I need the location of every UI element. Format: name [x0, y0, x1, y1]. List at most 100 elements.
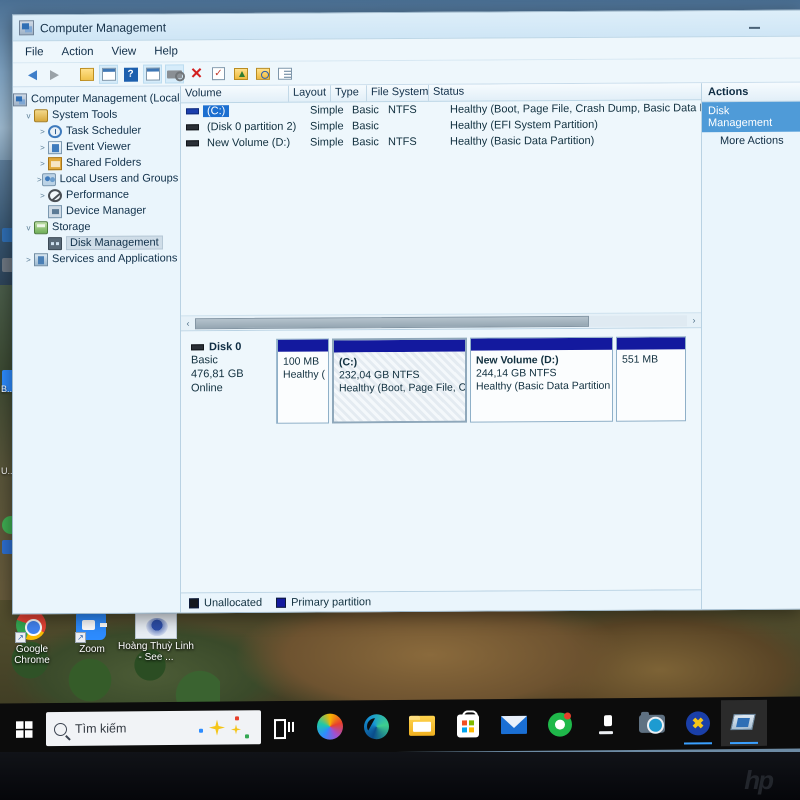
- sidebar-item-system-tools[interactable]: v System Tools: [13, 106, 180, 123]
- partition-color-bar: [334, 339, 465, 353]
- legend-item-unallocated: Unallocated: [189, 596, 263, 609]
- actions-pane[interactable]: Actions Disk Management More Actions: [701, 82, 800, 610]
- delete-icon[interactable]: ✕: [187, 64, 206, 83]
- copilot-icon[interactable]: [307, 703, 353, 749]
- show-hide-tree-icon[interactable]: [99, 64, 118, 84]
- cell-layout: Simple: [310, 136, 344, 149]
- tree-expander[interactable]: >: [37, 127, 48, 136]
- sidebar-item-event-viewer[interactable]: > Event Viewer: [13, 138, 180, 155]
- graphical-disk-view[interactable]: Disk 0 Basic 476,81 GB Online 100 MB Hea…: [181, 328, 701, 593]
- microphone-icon[interactable]: [583, 701, 629, 747]
- action-disk-management[interactable]: Disk Management: [702, 101, 800, 133]
- tree-expander[interactable]: v: [23, 111, 34, 120]
- table-row[interactable]: New Volume (D:) Simple Basic NTFS Health…: [181, 132, 701, 151]
- column-header-file-system[interactable]: File System: [367, 84, 429, 102]
- detail-view-icon[interactable]: [275, 64, 294, 83]
- tree-expander[interactable]: >: [37, 159, 48, 168]
- cell-type: Basic: [352, 120, 379, 133]
- sidebar-item-storage[interactable]: v Storage: [13, 218, 180, 235]
- scroll-right-arrow-icon[interactable]: ›: [687, 315, 701, 325]
- sidebar-item-device-manager[interactable]: Device Manager: [13, 202, 180, 219]
- column-header-layout[interactable]: Layout: [289, 85, 331, 102]
- tree-root-computer-management[interactable]: Computer Management (Local): [13, 90, 181, 107]
- column-header-type[interactable]: Type: [331, 85, 367, 102]
- tree-expander[interactable]: >: [37, 143, 48, 152]
- x-app-icon[interactable]: ✖: [675, 700, 721, 746]
- file-explorer-icon[interactable]: [399, 703, 445, 749]
- tree-expander[interactable]: >: [23, 255, 34, 264]
- window-titlebar[interactable]: Computer Management: [13, 10, 800, 42]
- partition-color-bar: [471, 337, 612, 351]
- edge-icon[interactable]: [353, 703, 399, 749]
- console-tree[interactable]: Computer Management (Local) v System Too…: [13, 86, 181, 614]
- desktop-icon-zoom[interactable]: ↗ Zoom: [60, 610, 124, 655]
- check-task-icon[interactable]: ✓: [209, 64, 228, 83]
- tree-expander[interactable]: >: [37, 191, 48, 200]
- disk-info-panel[interactable]: Disk 0 Basic 476,81 GB Online: [187, 338, 277, 425]
- disk-type: Basic: [191, 354, 218, 367]
- desktop-icon-label: Zoom: [79, 644, 105, 655]
- up-folder-icon[interactable]: [77, 65, 96, 84]
- column-header-status[interactable]: Status: [429, 83, 701, 101]
- tree-item-label: Event Viewer: [66, 140, 131, 154]
- sidebar-item-services-and-applications[interactable]: > Services and Applications: [13, 250, 180, 267]
- volume-list[interactable]: Volume Layout Type File System Status (C…: [181, 83, 701, 332]
- tree-expander[interactable]: >: [37, 175, 42, 184]
- computer-management-window[interactable]: Computer Management File Action View Hel…: [12, 9, 800, 615]
- scrollbar-thumb[interactable]: [195, 315, 589, 329]
- forward-arrow-icon[interactable]: [45, 65, 64, 84]
- cell-volume: (Disk 0 partition 2): [207, 120, 297, 134]
- event-viewer-icon: [48, 140, 62, 154]
- zoom-icon: ↗: [75, 610, 108, 643]
- tree-item-label: Services and Applications: [52, 252, 178, 266]
- menu-item-file[interactable]: File: [25, 46, 44, 58]
- back-arrow-icon[interactable]: [23, 65, 42, 84]
- menu-item-view[interactable]: View: [112, 45, 137, 57]
- partition-c[interactable]: (C:) 232,04 GB NTFS Healthy (Boot, Page …: [332, 337, 467, 424]
- properties-window-icon[interactable]: [143, 64, 162, 84]
- desktop-icon-hoang-thuy-linh[interactable]: Hoàng Thuỳ Linh - See ...: [118, 610, 194, 663]
- sidebar-item-shared-folders[interactable]: > Shared Folders: [13, 154, 180, 171]
- monitor-bezel: hp: [0, 752, 800, 800]
- wrench-icon[interactable]: [165, 64, 184, 84]
- disc-burner-icon[interactable]: [537, 701, 583, 747]
- computer-management-icon: [13, 92, 27, 106]
- computer-management-taskbar-icon[interactable]: [721, 699, 767, 747]
- legend-label: Unallocated: [204, 596, 263, 609]
- taskbar[interactable]: Tìm kiếm ✖: [0, 696, 800, 756]
- shortcut-arrow-icon: ↗: [15, 632, 26, 643]
- search-folder-icon[interactable]: [253, 64, 272, 83]
- menu-item-action[interactable]: Action: [62, 45, 94, 57]
- partition-efi[interactable]: 100 MB Healthy (: [277, 338, 329, 424]
- camera-icon[interactable]: [629, 701, 675, 747]
- action-more-actions[interactable]: More Actions: [702, 132, 800, 151]
- column-header-volume[interactable]: Volume: [181, 85, 289, 103]
- export-list-icon[interactable]: [231, 64, 250, 83]
- partition-d[interactable]: New Volume (D:) 244,14 GB NTFS Healthy (…: [470, 336, 613, 423]
- scroll-left-arrow-icon[interactable]: ‹: [181, 318, 195, 328]
- legend-item-primary-partition: Primary partition: [276, 596, 371, 609]
- desktop-icon-google-chrome[interactable]: ↗ Google Chrome: [0, 610, 64, 666]
- search-input[interactable]: Tìm kiếm: [46, 710, 261, 747]
- sidebar-item-local-users-and-groups[interactable]: > Local Users and Groups: [13, 170, 180, 187]
- partition-body: New Volume (D:) 244,14 GB NTFS Healthy (…: [471, 350, 612, 422]
- sidebar-item-performance[interactable]: > Performance: [13, 186, 180, 203]
- horizontal-scrollbar[interactable]: ‹ ›: [181, 312, 701, 331]
- scrollbar-track[interactable]: [195, 314, 687, 329]
- disk-name: Disk 0: [209, 341, 242, 354]
- services-icon: [34, 252, 48, 266]
- mail-icon[interactable]: [491, 702, 537, 748]
- help-icon[interactable]: ?: [121, 65, 140, 84]
- partition-recovery[interactable]: 551 MB: [616, 336, 686, 422]
- tree-expander[interactable]: v: [23, 223, 34, 232]
- cell-volume-text: (C:): [203, 105, 230, 118]
- task-view-icon[interactable]: [261, 704, 307, 750]
- start-button[interactable]: [4, 709, 44, 749]
- menu-item-help[interactable]: Help: [154, 45, 178, 57]
- sidebar-item-disk-management[interactable]: Disk Management: [13, 234, 180, 251]
- sidebar-item-task-scheduler[interactable]: > Task Scheduler: [13, 122, 180, 139]
- minimize-button[interactable]: [741, 18, 767, 32]
- disk-row-disk-0[interactable]: Disk 0 Basic 476,81 GB Online 100 MB Hea…: [187, 336, 695, 425]
- cell-type: Basic: [352, 136, 379, 149]
- microsoft-store-icon[interactable]: [445, 702, 491, 748]
